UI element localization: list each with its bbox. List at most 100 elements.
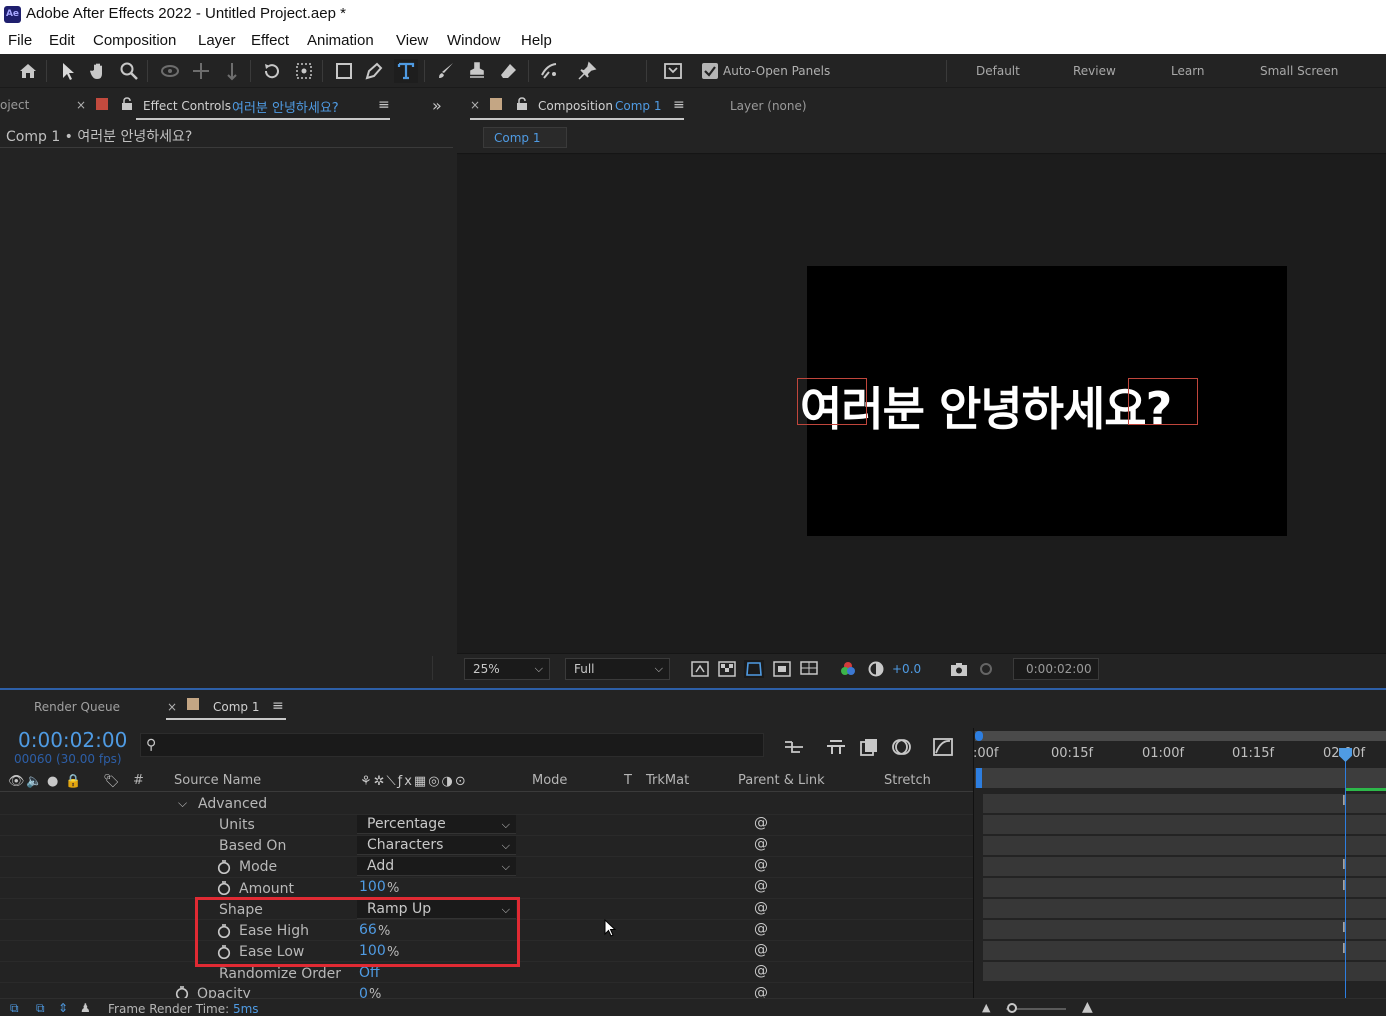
timeline-track-row[interactable] — [983, 857, 1386, 877]
pick-whip-icon[interactable]: @ — [754, 963, 768, 979]
layer-switches-icon[interactable]: ⚘✲⟍ƒx▦◎◑⊙ — [360, 774, 468, 789]
transfer-controls-toggle-icon[interactable]: ⧉ — [36, 1001, 45, 1016]
hand-tool-icon[interactable] — [86, 59, 110, 83]
dolly-camera-icon[interactable] — [220, 59, 244, 83]
menu-view[interactable]: View — [396, 32, 428, 49]
panel-menu-icon[interactable]: ≡ — [272, 698, 284, 714]
audio-icon[interactable]: 🔈 — [26, 774, 42, 789]
snapshot-camera-icon[interactable] — [949, 660, 969, 678]
workspace-small-screen[interactable]: Small Screen — [1260, 64, 1338, 78]
pick-whip-icon[interactable]: @ — [754, 857, 768, 873]
label-tag-icon[interactable]: 🏷 — [103, 774, 120, 789]
timeline-track-row[interactable] — [983, 941, 1386, 961]
anchor-point-tool-icon[interactable] — [292, 59, 316, 83]
pick-whip-icon[interactable]: @ — [754, 878, 768, 894]
rotation-tool-icon[interactable] — [260, 59, 284, 83]
transparency-grid-icon[interactable] — [717, 660, 737, 678]
units-dropdown[interactable]: Percentage ⌵ — [357, 815, 516, 834]
pick-whip-icon[interactable]: @ — [754, 900, 768, 916]
menu-help[interactable]: Help — [521, 32, 552, 49]
work-area-bar[interactable] — [975, 768, 1386, 788]
panel-menu-icon[interactable]: ≡ — [378, 97, 390, 113]
reset-exposure-icon[interactable] — [866, 660, 886, 678]
timeline-track-row[interactable] — [983, 815, 1386, 835]
time-navigator-bar[interactable] — [975, 731, 1386, 741]
close-icon[interactable]: × — [470, 98, 480, 112]
always-preview-icon[interactable] — [690, 660, 710, 678]
zoom-out-icon[interactable]: ▲ — [982, 1001, 990, 1014]
orbit-camera-icon[interactable] — [158, 59, 182, 83]
based-on-dropdown[interactable]: Characters ⌵ — [357, 836, 516, 855]
timeline-track-row[interactable] — [983, 962, 1386, 982]
keyframe-marker-icon[interactable]: I — [1342, 942, 1346, 957]
region-of-interest-icon[interactable] — [744, 660, 764, 678]
solo-icon[interactable]: ● — [47, 774, 58, 789]
close-icon[interactable]: × — [76, 98, 86, 112]
menu-edit[interactable]: Edit — [49, 32, 75, 49]
column-parent-link[interactable]: Parent & Link — [738, 773, 825, 788]
column-preserve-transparency[interactable]: T — [624, 773, 632, 788]
type-tool-icon[interactable] — [394, 59, 418, 83]
workspace-review[interactable]: Review — [1073, 64, 1116, 78]
menu-file[interactable]: File — [8, 32, 32, 49]
menu-animation[interactable]: Animation — [307, 32, 374, 49]
grid-guides-icon[interactable] — [799, 660, 819, 678]
in-out-toggle-icon[interactable]: ⇕ — [58, 1001, 68, 1015]
mask-visibility-icon[interactable] — [772, 660, 792, 678]
column-stretch[interactable]: Stretch — [884, 773, 931, 788]
mode-dropdown[interactable]: Add ⌵ — [357, 857, 516, 876]
timeline-track-row[interactable] — [983, 920, 1386, 940]
chevron-down-icon[interactable]: ⌵ — [178, 796, 187, 811]
zoom-in-icon[interactable]: ▲ — [1082, 999, 1093, 1015]
color-channels-icon[interactable] — [838, 660, 858, 678]
keyframe-marker-icon[interactable]: I — [1342, 879, 1346, 894]
column-source-name[interactable]: Source Name — [174, 773, 261, 788]
lock-icon[interactable]: 🔒 — [65, 774, 81, 789]
tab-project[interactable]: oject — [0, 98, 29, 112]
comp-breadcrumb[interactable]: Comp 1 — [483, 127, 567, 148]
exposure-value[interactable]: +0.0 — [892, 662, 921, 676]
zoom-dropdown[interactable]: 25% ⌵ — [464, 658, 550, 680]
column-mode[interactable]: Mode — [532, 773, 567, 788]
pen-tool-icon[interactable] — [362, 59, 386, 83]
more-tabs-chevron-icon[interactable]: » — [432, 96, 442, 115]
eraser-tool-icon[interactable] — [497, 59, 521, 83]
property-advanced[interactable]: Advanced — [198, 796, 267, 812]
viewer-current-time[interactable]: 0:00:02:00 — [1013, 658, 1099, 680]
randomize-order-value[interactable]: Off — [359, 965, 380, 981]
draft-3d-icon[interactable] — [824, 736, 848, 758]
search-icon[interactable]: ⚲ — [146, 737, 156, 753]
zoom-tool-icon[interactable] — [117, 59, 141, 83]
resolution-dropdown[interactable]: Full ⌵ — [565, 658, 670, 680]
rectangle-tool-icon[interactable] — [332, 59, 356, 83]
puppet-pin-tool-icon[interactable] — [575, 59, 599, 83]
stopwatch-icon[interactable] — [217, 860, 231, 875]
timeline-track-row[interactable] — [983, 836, 1386, 856]
time-navigator-start-handle[interactable] — [975, 731, 983, 741]
comp-flowchart-icon[interactable] — [782, 736, 806, 758]
selection-tool-icon[interactable] — [56, 59, 80, 83]
roto-brush-tool-icon[interactable] — [537, 59, 561, 83]
timeline-zoom-slider-handle[interactable] — [1007, 1003, 1017, 1013]
keyframe-marker-icon[interactable]: I — [1342, 921, 1346, 936]
graph-editor-icon[interactable] — [931, 736, 955, 758]
timeline-track-row[interactable] — [983, 878, 1386, 898]
keyframe-marker-icon[interactable]: I — [1342, 794, 1346, 809]
menu-layer[interactable]: Layer — [198, 32, 236, 49]
auto-open-panels-checkbox[interactable] — [702, 63, 718, 79]
timeline-search-input[interactable] — [140, 733, 764, 757]
pan-camera-icon[interactable] — [189, 59, 213, 83]
keyframe-marker-icon[interactable]: I — [1342, 858, 1346, 873]
lock-icon[interactable] — [516, 97, 528, 110]
timeline-track-row[interactable] — [983, 794, 1386, 814]
workspace-default[interactable]: Default — [976, 64, 1020, 78]
clone-stamp-tool-icon[interactable] — [465, 59, 489, 83]
motion-blur-icon[interactable] — [890, 736, 914, 758]
eye-icon[interactable]: 👁 — [8, 774, 25, 789]
scrollbar[interactable] — [432, 656, 433, 680]
workspace-learn[interactable]: Learn — [1171, 64, 1205, 78]
close-icon[interactable]: × — [167, 700, 177, 714]
tab-composition[interactable]: Composition — [538, 99, 613, 113]
tab-timeline-comp[interactable]: Comp 1 — [213, 700, 259, 714]
lock-icon[interactable] — [121, 97, 133, 110]
